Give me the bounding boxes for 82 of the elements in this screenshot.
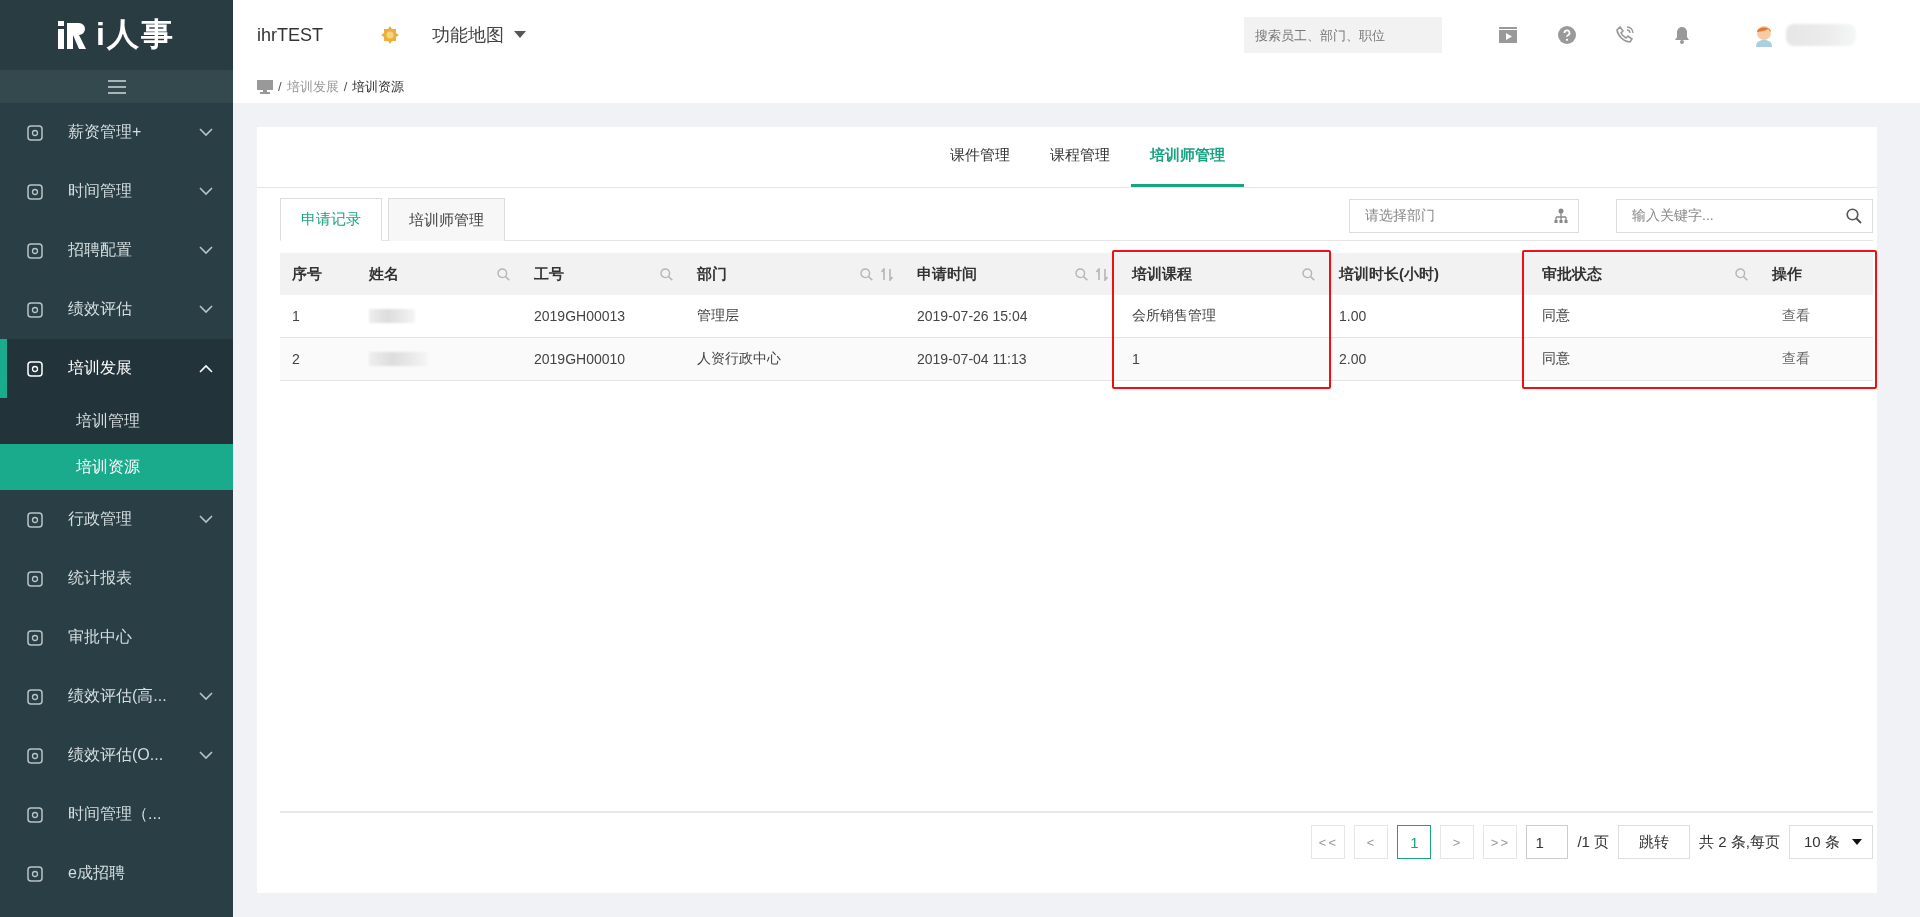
sidebar-item[interactable]: 招聘配置 (0, 221, 233, 280)
sort-icon[interactable] (1096, 267, 1108, 281)
menu-item-icon (26, 569, 44, 588)
company-name: ihrTEST (257, 24, 323, 46)
sidebar-item[interactable]: e成招聘 (0, 844, 233, 903)
sidebar-item[interactable]: 绩效评估 (0, 280, 233, 339)
column-header: 审批状态 (1542, 264, 1603, 284)
column-header: 培训课程 (1132, 264, 1193, 284)
menu-item-icon (26, 864, 44, 883)
sidebar-item[interactable]: 时间管理（... (0, 785, 233, 844)
medal-icon[interactable] (381, 26, 399, 44)
sidebar-item[interactable]: 培训发展 (0, 339, 233, 398)
sidebar-item[interactable]: 行政管理 (0, 490, 233, 549)
caret-icon (514, 31, 526, 39)
table-cell: 1 (292, 308, 300, 324)
sort-icon[interactable] (881, 267, 893, 281)
sidebar-item[interactable]: 统计报表 (0, 549, 233, 608)
column-header: 工号 (534, 264, 565, 284)
tab[interactable]: 课件管理 (930, 127, 1029, 187)
breadcrumb-item: 培训资源 (352, 77, 405, 96)
table-cell: 会所销售管理 (1132, 307, 1216, 325)
table-cell: 人资行政中心 (697, 350, 781, 368)
keyword-search-field[interactable]: 输入关键字... (1616, 199, 1873, 233)
total-pages: /1 页 (1577, 832, 1610, 852)
sidebar-item[interactable]: 审批中心 (0, 608, 233, 667)
sidebar-item[interactable]: 时间管理 (0, 162, 233, 221)
table-cell: 2019GH00013 (534, 308, 626, 324)
view-link[interactable]: 查看 (1782, 350, 1810, 368)
logo-mark-icon (58, 21, 89, 49)
sidebar-item[interactable]: 绩效评估(高... (0, 667, 233, 726)
jump-button[interactable]: 跳转 (1618, 825, 1691, 859)
table-cell: 2019GH00010 (534, 351, 626, 367)
monitor-icon[interactable] (257, 79, 273, 94)
table-cell: 2 (292, 351, 300, 367)
column-header: 部门 (697, 264, 728, 284)
column-header: 序号 (292, 264, 323, 284)
menu-item-icon (26, 300, 44, 319)
menu-item-icon (26, 510, 44, 529)
view-link[interactable]: 查看 (1782, 307, 1810, 325)
column-header: 申请时间 (917, 264, 978, 284)
avatar-icon[interactable] (1754, 23, 1774, 47)
column-header: 姓名 (369, 264, 400, 284)
breadcrumb-separator: / (278, 79, 282, 94)
table-cell: 2019-07-26 15:04 (917, 308, 1028, 324)
column-header: 操作 (1772, 264, 1803, 284)
menu-item-icon (26, 628, 44, 647)
table-cell: 1.00 (1339, 308, 1367, 324)
logo-text: i人事 (96, 15, 175, 54)
menu-item-icon (26, 746, 44, 765)
menu-item-icon (26, 359, 44, 378)
sidebar-item[interactable]: 薪资管理+ (0, 103, 233, 162)
tab[interactable]: 培训师管理 (388, 198, 505, 241)
table-cell: 同意 (1542, 350, 1570, 368)
caret-icon (1852, 839, 1862, 845)
menu-item-icon (26, 241, 44, 260)
page-input[interactable]: 1 (1526, 825, 1569, 859)
tab[interactable]: 课程管理 (1030, 127, 1129, 187)
table-cell: 2.00 (1339, 351, 1367, 367)
column-header: 培训时长(小时) (1339, 264, 1440, 284)
bell-icon[interactable] (1674, 26, 1690, 44)
page-size-select[interactable]: 10 条 (1789, 825, 1873, 859)
function-map-dropdown[interactable]: 功能地图 (432, 23, 526, 47)
phone-icon[interactable] (1616, 26, 1634, 44)
total-summary: 共 2 条,每页 (1699, 832, 1780, 852)
table-cell: 同意 (1542, 307, 1570, 325)
menu-item-icon (26, 805, 44, 824)
menu-item-icon (26, 123, 44, 142)
search-icon[interactable] (1846, 208, 1862, 224)
menu-icon[interactable] (107, 79, 126, 94)
breadcrumb-separator: / (343, 79, 348, 94)
sidebar-subitem[interactable]: 培训管理 (0, 398, 233, 444)
search-field[interactable]: 搜索员工、部门、职位 (1244, 17, 1442, 53)
help-icon[interactable] (1558, 26, 1576, 44)
video-icon[interactable] (1498, 26, 1518, 44)
org-chart-icon (1554, 208, 1568, 224)
menu-item-icon (26, 182, 44, 201)
table-cell: 2019-07-04 11:13 (917, 351, 1027, 367)
sidebar-item[interactable]: 绩效评估(O... (0, 726, 233, 785)
table-cell: 管理层 (697, 307, 739, 325)
menu-item-icon (26, 687, 44, 706)
table-cell: 1 (1132, 351, 1140, 367)
department-select[interactable]: 请选择部门 (1349, 199, 1579, 233)
